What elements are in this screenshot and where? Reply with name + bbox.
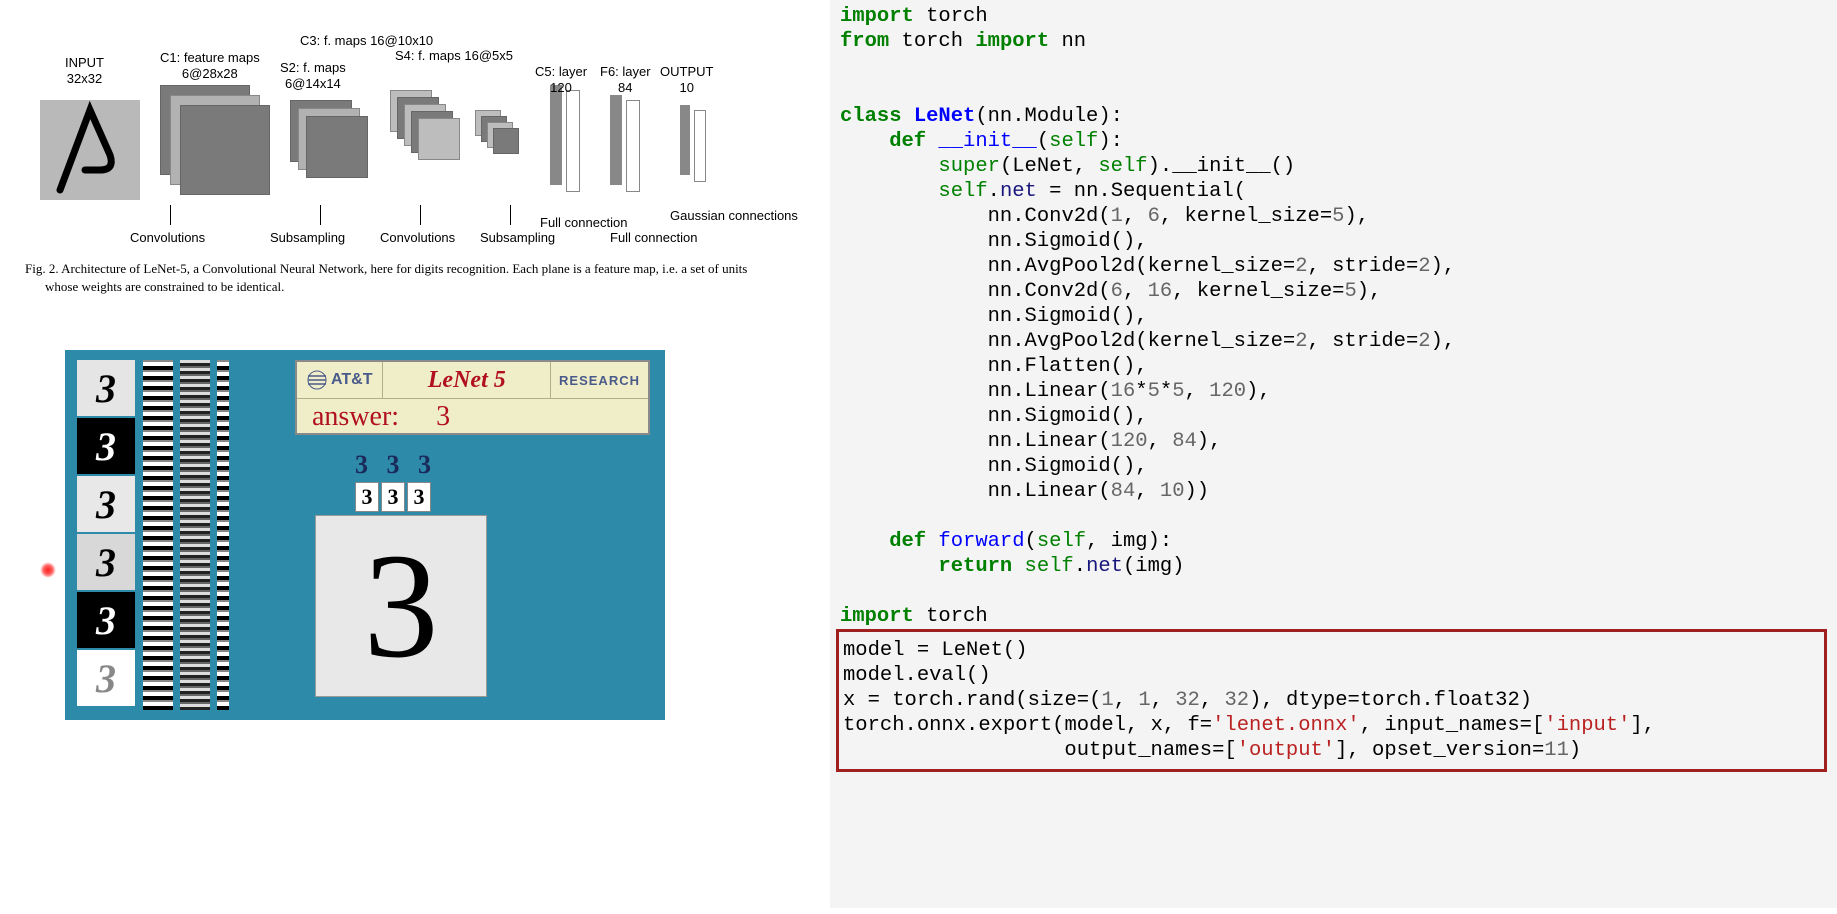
tick-line xyxy=(510,205,511,225)
caption-line2: whose weights are constrained to be iden… xyxy=(25,278,805,296)
label-c3: C3: f. maps 16@10x10 xyxy=(300,33,433,49)
feature-strip xyxy=(143,360,173,710)
tick-line xyxy=(320,205,321,225)
tick-line xyxy=(170,205,171,225)
answer-value: 3 xyxy=(406,401,450,432)
label-input: INPUT 32x32 xyxy=(65,55,104,86)
digit-box: 3 xyxy=(407,482,431,512)
label-s2: S2: f. maps 6@14x14 xyxy=(280,60,346,91)
f6-block xyxy=(626,100,640,192)
s2-block xyxy=(306,116,368,178)
label-c5: C5: layer 120 xyxy=(535,64,587,95)
digit-thumbnails: 333333 xyxy=(77,360,135,710)
feature-strip xyxy=(217,360,229,710)
feature-strip xyxy=(180,360,210,710)
output-block xyxy=(694,110,706,182)
research-label: RESEARCH xyxy=(551,373,648,388)
c5-block xyxy=(550,85,562,185)
digit-box: 3 xyxy=(355,482,379,512)
highlighted-export-code: model = LeNet() model.eval() x = torch.r… xyxy=(836,629,1827,772)
label-subsampling-1: Subsampling xyxy=(270,230,345,245)
digit-thumb: 3 xyxy=(77,476,135,532)
c3-block xyxy=(418,118,460,160)
code-panel: import torch from torch import nn class … xyxy=(830,0,1837,908)
c1-block xyxy=(180,105,270,195)
att-text: AT&T xyxy=(331,371,372,389)
laser-pointer-icon xyxy=(40,562,56,578)
label-subsampling-2: Subsampling xyxy=(480,230,555,245)
answer-label: answer: xyxy=(312,401,399,432)
label-f6: F6: layer 84 xyxy=(600,64,651,95)
digit-row-boxes: 333 xyxy=(355,482,437,512)
label-s4: S4: f. maps 16@5x5 xyxy=(395,48,513,64)
answer-row: answer: 3 xyxy=(297,399,648,435)
digit-thumb: 3 xyxy=(77,418,135,474)
digit-thumb: 3 xyxy=(77,650,135,706)
label-gaussian: Gaussian connections xyxy=(670,208,798,223)
digit-predictions: 3 3 3 333 xyxy=(355,450,437,512)
big-digit-display: 3 xyxy=(315,515,487,697)
digit-thumb: 3 xyxy=(77,592,135,648)
label-fc-2: Full connection xyxy=(610,230,697,245)
label-convolutions-1: Convolutions xyxy=(130,230,205,245)
caption-line1: Fig. 2. Architecture of LeNet-5, a Convo… xyxy=(25,261,747,276)
left-panel: INPUT 32x32 C1: feature maps 6@28x28 C3:… xyxy=(0,0,830,914)
att-logo: AT&T xyxy=(297,370,382,390)
label-output: OUTPUT 10 xyxy=(660,64,713,95)
s4-block xyxy=(493,128,519,154)
demo-banner: AT&T LeNet 5 RESEARCH answer: 3 xyxy=(295,360,650,435)
digit-box: 3 xyxy=(381,482,405,512)
label-fc-1: Full connection xyxy=(540,215,627,230)
input-image-block xyxy=(40,100,140,200)
digit-row-top: 3 3 3 xyxy=(355,450,437,480)
lenet-demo-window: 333333 AT&T LeNet 5 RESEARCH answer: 3 3… xyxy=(65,350,665,720)
lenet-architecture-diagram: INPUT 32x32 C1: feature maps 6@28x28 C3:… xyxy=(20,30,820,250)
tick-line xyxy=(420,205,421,225)
code-block: import torch from torch import nn class … xyxy=(840,0,1827,772)
c5-block xyxy=(566,90,580,192)
digit-thumb: 3 xyxy=(77,360,135,416)
demo-title: LeNet 5 xyxy=(382,362,551,398)
label-convolutions-2: Convolutions xyxy=(380,230,455,245)
figure-caption: Fig. 2. Architecture of LeNet-5, a Convo… xyxy=(25,260,805,296)
label-c1: C1: feature maps 6@28x28 xyxy=(160,50,260,81)
digit-thumb: 3 xyxy=(77,534,135,590)
output-block xyxy=(680,105,690,175)
f6-block xyxy=(610,95,622,185)
